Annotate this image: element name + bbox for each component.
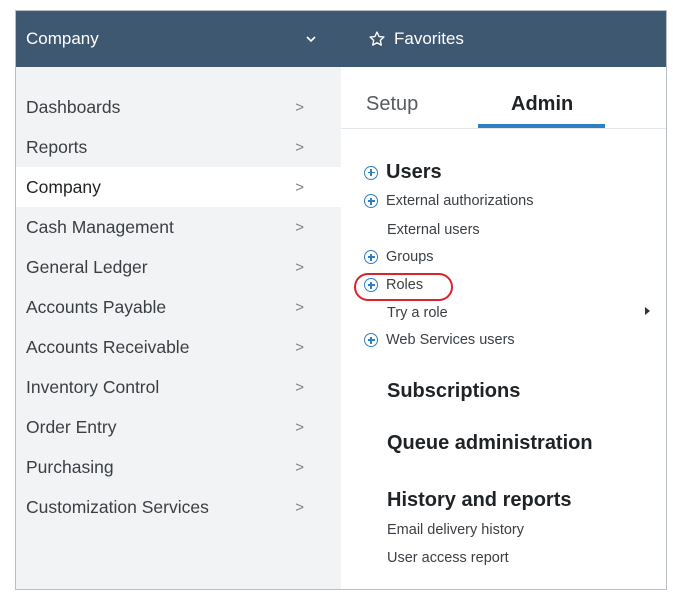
users-section-heading[interactable]: Users bbox=[364, 161, 442, 184]
menu-item-general-ledger[interactable]: General Ledger > bbox=[16, 247, 341, 287]
active-tab-indicator bbox=[478, 124, 605, 128]
expand-plus-icon bbox=[364, 278, 378, 292]
tab-bar: Setup Admin bbox=[341, 67, 666, 129]
menu-item-label: Reports bbox=[26, 136, 88, 157]
tab-setup[interactable]: Setup bbox=[366, 93, 418, 116]
subscriptions-heading[interactable]: Subscriptions bbox=[387, 380, 520, 403]
link-label: Roles bbox=[386, 277, 424, 293]
menu-item-purchasing[interactable]: Purchasing > bbox=[16, 447, 341, 487]
chevron-right-icon: > bbox=[295, 458, 304, 476]
link-try-a-role[interactable]: Try a role bbox=[387, 305, 448, 321]
chevron-right-icon: > bbox=[295, 418, 304, 436]
expand-plus-icon bbox=[364, 194, 378, 208]
favorites-label: Favorites bbox=[394, 29, 464, 48]
link-label: Web Services users bbox=[386, 332, 515, 348]
app-frame: Company Dashboards > Reports > Company >… bbox=[15, 10, 667, 590]
history-and-reports-heading[interactable]: History and reports bbox=[387, 489, 571, 512]
menu-item-dashboards[interactable]: Dashboards > bbox=[16, 87, 341, 127]
chevron-right-icon: > bbox=[295, 218, 304, 236]
menu-list: Dashboards > Reports > Company > Cash Ma… bbox=[16, 67, 341, 527]
link-label: External authorizations bbox=[386, 193, 534, 209]
menu-item-customization-services[interactable]: Customization Services > bbox=[16, 487, 341, 527]
link-groups[interactable]: Groups bbox=[364, 249, 434, 265]
menu-item-order-entry[interactable]: Order Entry > bbox=[16, 407, 341, 447]
menu-item-label: Inventory Control bbox=[26, 376, 160, 397]
menu-item-label: Accounts Receivable bbox=[26, 336, 190, 357]
left-menu: Company Dashboards > Reports > Company >… bbox=[16, 11, 341, 589]
link-web-services-users[interactable]: Web Services users bbox=[364, 332, 515, 348]
tab-admin[interactable]: Admin bbox=[511, 93, 573, 116]
submenu-panel: Favorites Setup Admin Users External aut… bbox=[341, 11, 666, 589]
expand-plus-icon bbox=[364, 250, 378, 264]
chevron-right-icon: > bbox=[295, 378, 304, 396]
queue-administration-heading[interactable]: Queue administration bbox=[387, 432, 593, 455]
menu-item-accounts-receivable[interactable]: Accounts Receivable > bbox=[16, 327, 341, 367]
menu-item-company[interactable]: Company > bbox=[16, 167, 341, 207]
caret-right-icon bbox=[645, 307, 650, 315]
expand-plus-icon bbox=[364, 165, 378, 180]
users-heading-label: Users bbox=[386, 161, 442, 183]
company-dropdown[interactable]: Company bbox=[16, 11, 341, 67]
star-icon bbox=[368, 30, 386, 48]
menu-item-reports[interactable]: Reports > bbox=[16, 127, 341, 167]
link-email-delivery-history[interactable]: Email delivery history bbox=[387, 522, 524, 538]
chevron-right-icon: > bbox=[295, 338, 304, 356]
link-user-access-report[interactable]: User access report bbox=[387, 550, 509, 566]
link-external-users[interactable]: External users bbox=[387, 222, 480, 238]
menu-item-label: Order Entry bbox=[26, 416, 117, 437]
menu-item-accounts-payable[interactable]: Accounts Payable > bbox=[16, 287, 341, 327]
menu-item-inventory-control[interactable]: Inventory Control > bbox=[16, 367, 341, 407]
menu-item-label: Purchasing bbox=[26, 456, 114, 477]
chevron-right-icon: > bbox=[295, 498, 304, 516]
menu-item-label: Company bbox=[26, 176, 101, 197]
menu-item-cash-management[interactable]: Cash Management > bbox=[16, 207, 341, 247]
menu-item-label: Accounts Payable bbox=[26, 296, 167, 317]
menu-item-label: General Ledger bbox=[26, 256, 148, 277]
link-label: Groups bbox=[386, 249, 434, 265]
chevron-right-icon: > bbox=[295, 138, 304, 156]
chevron-right-icon: > bbox=[295, 298, 304, 316]
chevron-right-icon: > bbox=[295, 178, 304, 196]
menu-item-label: Customization Services bbox=[26, 496, 209, 517]
menu-item-label: Cash Management bbox=[26, 216, 174, 237]
chevron-right-icon: > bbox=[295, 258, 304, 276]
chevron-right-icon: > bbox=[295, 98, 304, 116]
link-label: Try a role bbox=[387, 305, 448, 321]
link-roles[interactable]: Roles bbox=[364, 277, 423, 293]
favorites-header[interactable]: Favorites bbox=[341, 11, 666, 67]
chevron-down-icon bbox=[305, 33, 317, 45]
expand-plus-icon bbox=[364, 333, 378, 347]
link-label: External users bbox=[387, 222, 480, 238]
company-dropdown-label: Company bbox=[26, 29, 99, 48]
link-external-authorizations[interactable]: External authorizations bbox=[364, 193, 534, 209]
menu-item-label: Dashboards bbox=[26, 96, 121, 117]
